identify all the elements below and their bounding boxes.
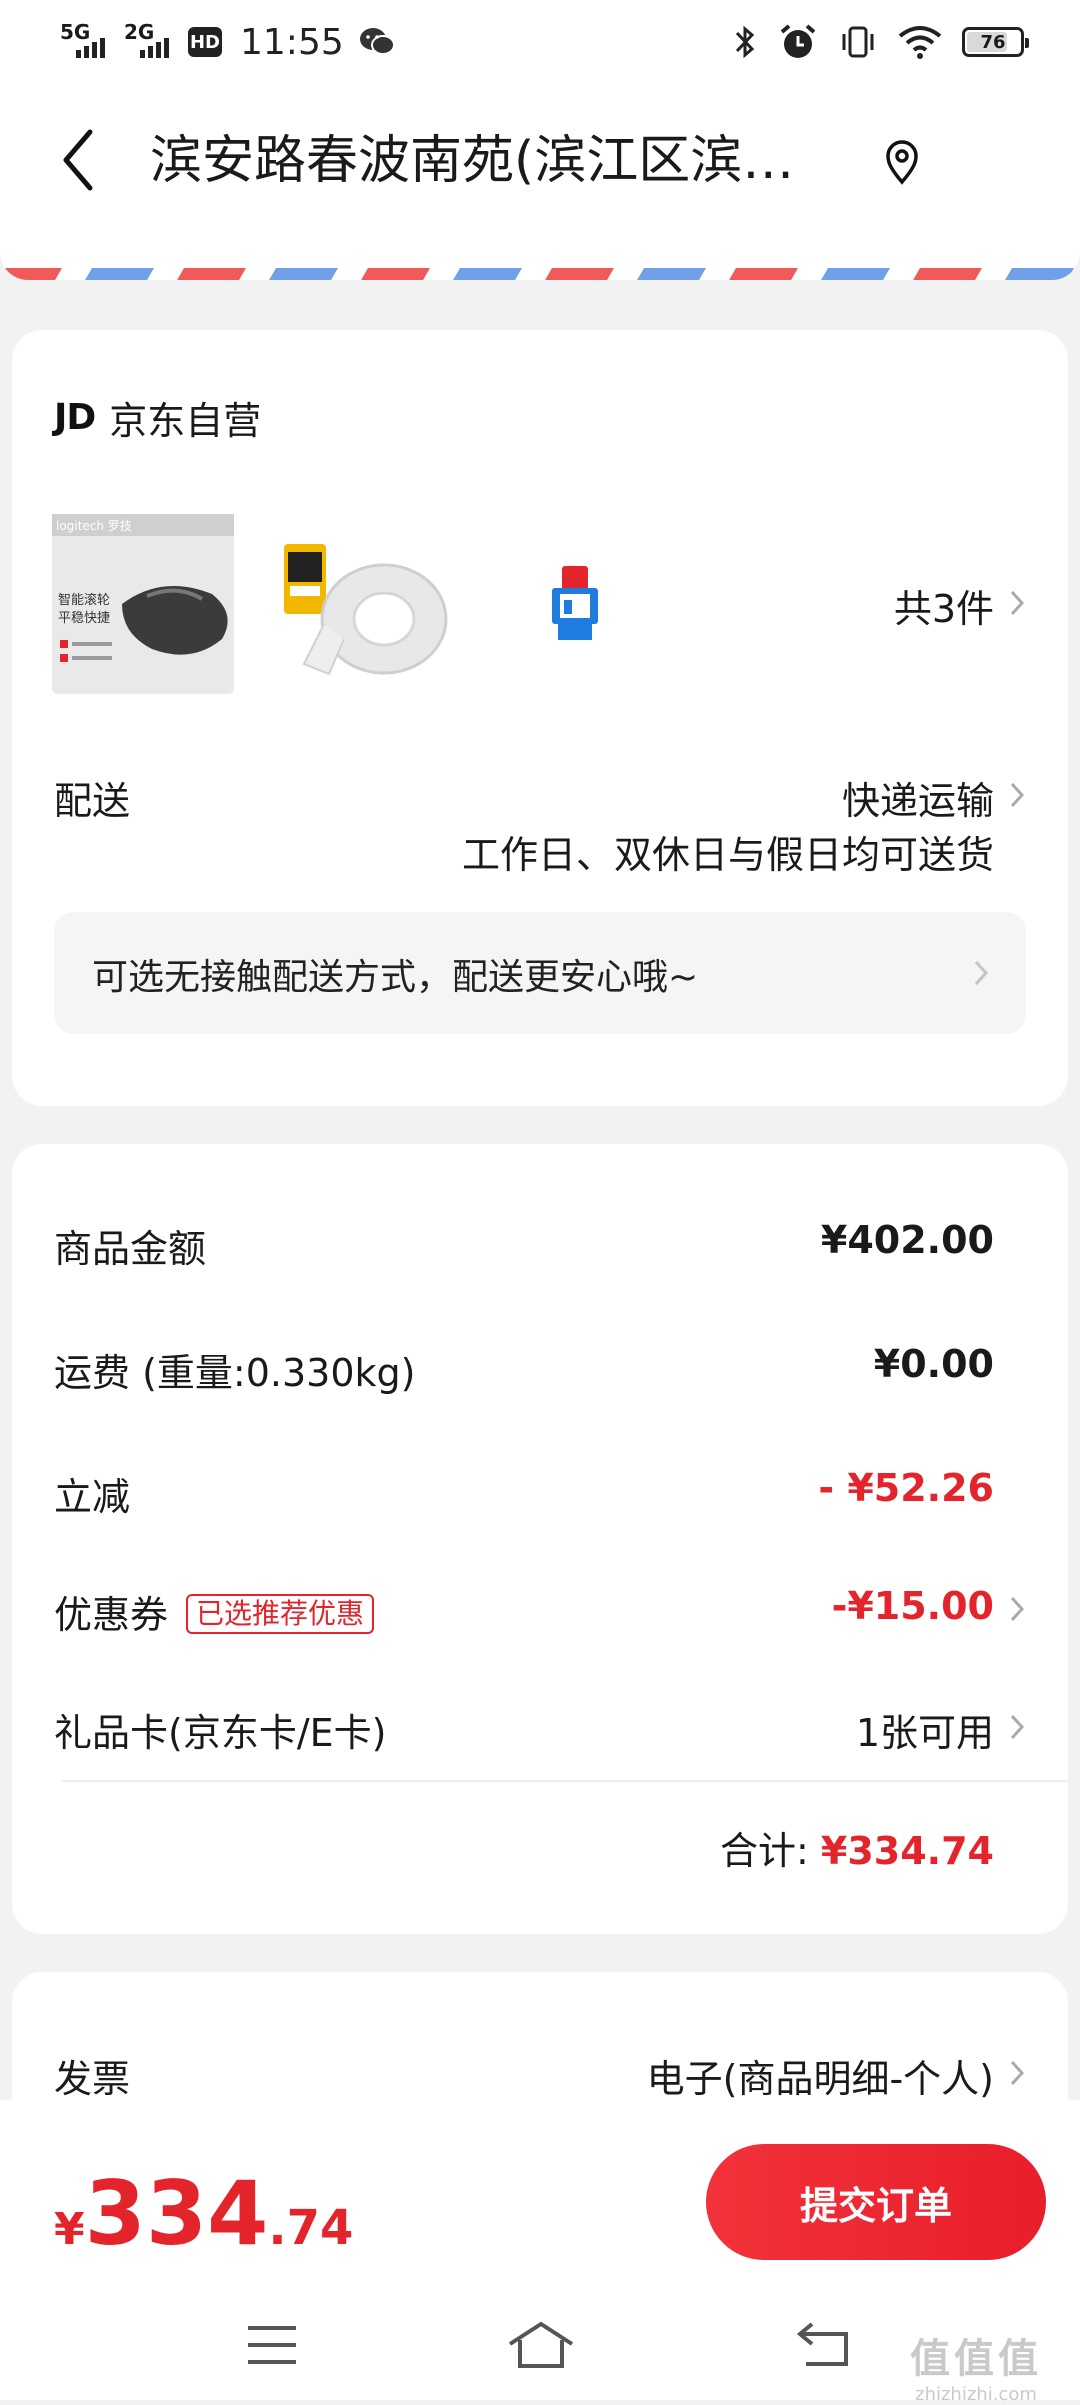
subtotal-value: ¥334.74 xyxy=(820,1829,994,1873)
instant-discount-value: - ¥52.26 xyxy=(818,1466,994,1510)
delivery-label: 配送 xyxy=(54,779,131,823)
status-left: 5G 2G HD 11:55 xyxy=(60,18,396,66)
back-nav-icon[interactable] xyxy=(792,2320,852,2370)
delivery-method[interactable]: 快递运输 xyxy=(842,770,994,825)
chevron-right-icon[interactable] xyxy=(1006,778,1028,812)
shop-name: 京东自营 xyxy=(109,399,262,443)
alarm-icon xyxy=(780,24,816,58)
order-items-card: JD 京东自营 智能滚轮 平稳快捷 logitech 罗技 共3件 配送 快递运… xyxy=(12,330,1068,1106)
submit-order-button[interactable]: 提交订单 xyxy=(706,2144,1046,2260)
coupon-row: 优惠券 已选推荐优惠 xyxy=(54,1584,375,1639)
adapter-image xyxy=(552,566,598,640)
summary-divider xyxy=(62,1780,1068,1782)
shop-header: JD 京东自营 xyxy=(54,390,261,445)
subtotal-label: 合计: xyxy=(720,1829,809,1873)
status-bar: 5G 2G HD 11:55 76 xyxy=(0,0,1080,84)
price-summary-card: 商品金额 ¥402.00 运费 (重量:0.330kg) ¥0.00 立减 - … xyxy=(12,1144,1068,1934)
signal-2g-icon: 2G xyxy=(124,22,174,62)
goods-amount-value: ¥402.00 xyxy=(820,1218,994,1262)
item-count[interactable]: 共3件 xyxy=(894,578,994,633)
mouse-box-text: 智能滚轮 平稳快捷 xyxy=(58,593,111,626)
location-pin-icon[interactable] xyxy=(882,138,922,188)
menu-icon[interactable] xyxy=(244,2320,300,2370)
freight-label: 运费 (重量:0.330kg) xyxy=(54,1351,416,1395)
jd-logo: JD xyxy=(54,397,96,438)
goods-amount-label: 商品金额 xyxy=(54,1227,207,1271)
total-decimal: .74 xyxy=(268,2200,354,2256)
chevron-right-icon[interactable] xyxy=(1006,586,1028,620)
home-icon[interactable] xyxy=(506,2320,576,2370)
vibrate-icon xyxy=(842,26,874,58)
delivery-address[interactable]: 滨安路春波南苑(滨江区滨… xyxy=(150,126,840,196)
product-thumb-adapter[interactable] xyxy=(532,514,622,694)
product-thumb-mouse[interactable]: 智能滚轮 平稳快捷 logitech 罗技 xyxy=(52,514,234,694)
signal-5g-icon: 5G xyxy=(60,22,110,62)
coupon-recommended-tag: 已选推荐优惠 xyxy=(186,1593,375,1634)
status-right: 76 xyxy=(732,20,1029,64)
watermark: 值值值 zhizhizhi.com xyxy=(886,2326,1066,2405)
invoice-label: 发票 xyxy=(54,2057,131,2101)
watermark-url: zhizhizhi.com xyxy=(915,2384,1037,2405)
gift-card-value[interactable]: 1张可用 xyxy=(856,1702,994,1757)
chevron-right-icon[interactable] xyxy=(1006,1592,1028,1626)
tape-image xyxy=(284,544,448,676)
instant-discount-label: 立减 xyxy=(54,1475,131,1519)
total-integer: 334 xyxy=(84,2162,269,2265)
clock: 11:55 xyxy=(240,21,344,63)
watermark-logo: 值值值 xyxy=(910,2336,1042,2382)
chevron-right-icon[interactable] xyxy=(1006,1710,1028,1744)
battery-icon: 76 xyxy=(962,27,1029,57)
notice-text: 可选无接触配送方式，配送更安心哦~ xyxy=(92,957,699,998)
wifi-icon xyxy=(898,26,942,59)
chevron-right-icon xyxy=(974,960,989,986)
wechat-icon xyxy=(359,28,395,55)
total-currency: ¥ xyxy=(54,2204,85,2255)
gift-card-label: 礼品卡(京东卡/E卡) xyxy=(54,1711,387,1755)
back-arrow-icon[interactable] xyxy=(52,120,112,200)
chevron-right-icon[interactable] xyxy=(1006,2056,1028,2090)
subtotal-row: 合计: ¥334.74 xyxy=(720,1820,994,1875)
address-header: 滨安路春波南苑(滨江区滨… xyxy=(0,84,1080,280)
invoice-value[interactable]: 电子(商品明细-个人) xyxy=(647,2048,994,2103)
bluetooth-icon xyxy=(735,25,755,59)
hd-icon: HD xyxy=(188,27,222,57)
coupon-label: 优惠券 xyxy=(54,1593,169,1637)
product-thumb-tape[interactable] xyxy=(284,514,454,694)
airmail-border xyxy=(0,268,1080,280)
order-total: ¥334.74 xyxy=(54,2162,353,2265)
freight-value: ¥0.00 xyxy=(873,1342,994,1386)
contactless-delivery-notice[interactable]: 可选无接触配送方式，配送更安心哦~ xyxy=(54,912,1026,1034)
coupon-value[interactable]: -¥15.00 xyxy=(832,1584,994,1628)
delivery-note: 工作日、双休日与假日均可送货 xyxy=(461,833,994,877)
mouse-box-brand: logitech 罗技 xyxy=(56,519,132,533)
battery-level: 76 xyxy=(980,31,1006,53)
